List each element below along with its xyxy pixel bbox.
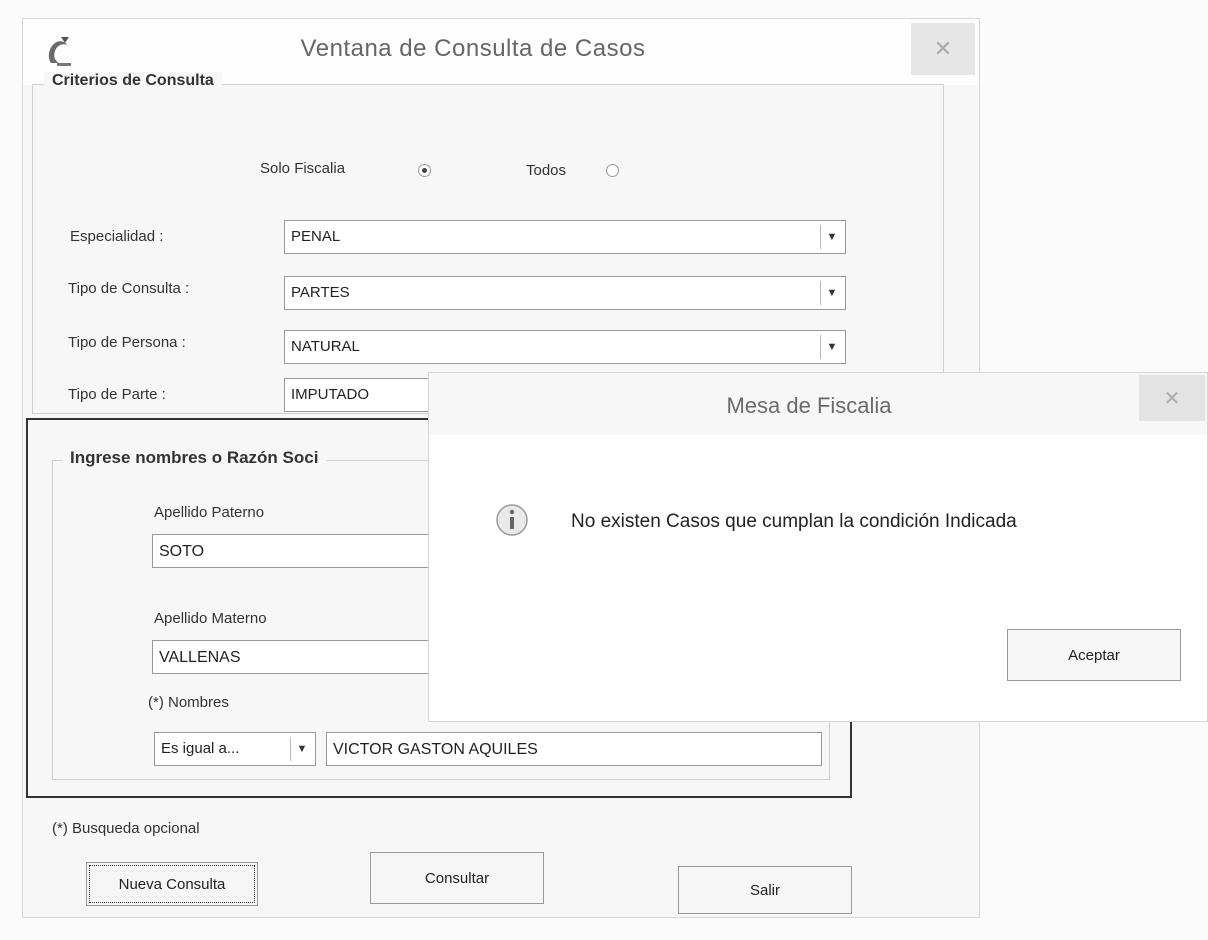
dialog-title-bar: Mesa de Fiscalia ✕ xyxy=(429,373,1207,435)
chevron-down-icon[interactable]: ▼ xyxy=(820,225,843,249)
nombres-input[interactable]: VICTOR GASTON AQUILES xyxy=(326,732,822,766)
tipo-parte-label: Tipo de Parte : xyxy=(68,386,166,403)
apellido-materno-label: Apellido Materno xyxy=(154,610,267,627)
exit-button[interactable]: Salir xyxy=(678,866,852,914)
criteria-legend: Criterios de Consulta xyxy=(44,72,222,90)
tipo-parte-value: IMPUTADO xyxy=(291,386,370,403)
nombres-value: VICTOR GASTON AQUILES xyxy=(333,741,538,758)
apellido-paterno-label: Apellido Paterno xyxy=(154,504,265,521)
window-title: Ventana de Consulta de Casos xyxy=(300,35,646,62)
optional-search-note: (*) Busqueda opcional xyxy=(52,820,200,837)
especialidad-select[interactable]: PENAL ▼ xyxy=(284,220,846,254)
tipo-persona-label: Tipo de Persona : xyxy=(68,334,186,351)
names-legend: Ingrese nombres o Razón Soci xyxy=(62,448,327,468)
chevron-down-icon[interactable]: ▼ xyxy=(820,281,843,305)
apellido-paterno-value: SOTO xyxy=(159,543,205,560)
tipo-consulta-value: PARTES xyxy=(291,284,350,301)
chevron-down-icon[interactable]: ▼ xyxy=(820,335,843,359)
radio-solo-fiscalia[interactable] xyxy=(418,164,431,177)
message-dialog: Mesa de Fiscalia ✕ No existen Casos que … xyxy=(428,372,1208,722)
new-query-button[interactable]: Nueva Consulta xyxy=(86,862,258,906)
nombres-operator-select[interactable]: Es igual a... ▼ xyxy=(154,732,316,766)
dialog-close-button[interactable]: ✕ xyxy=(1139,375,1205,421)
apellido-materno-value: VALLENAS xyxy=(159,649,241,666)
tipo-consulta-label: Tipo de Consulta : xyxy=(68,280,190,297)
consult-button[interactable]: Consultar xyxy=(370,852,544,904)
nombres-label: (*) Nombres xyxy=(148,694,229,711)
radio-solo-fiscalia-label: Solo Fiscalia xyxy=(260,160,346,177)
tipo-consulta-select[interactable]: PARTES ▼ xyxy=(284,276,846,310)
radio-todos-label: Todos xyxy=(526,162,567,179)
chevron-down-icon[interactable]: ▼ xyxy=(290,737,313,761)
tipo-persona-value: NATURAL xyxy=(291,338,360,355)
close-button[interactable]: ✕ xyxy=(911,23,975,75)
close-icon: ✕ xyxy=(933,36,953,61)
nombres-operator-value: Es igual a... xyxy=(161,740,240,757)
tipo-persona-select[interactable]: NATURAL ▼ xyxy=(284,330,846,364)
radio-todos[interactable] xyxy=(606,164,619,177)
dialog-title: Mesa de Fiscalia xyxy=(726,393,892,418)
accept-button[interactable]: Aceptar xyxy=(1007,629,1181,681)
especialidad-value: PENAL xyxy=(291,228,341,245)
dialog-message: No existen Casos que cumplan la condició… xyxy=(571,511,1017,532)
info-icon xyxy=(495,503,529,537)
close-icon: ✕ xyxy=(1163,387,1181,410)
especialidad-label: Especialidad : xyxy=(70,228,164,245)
